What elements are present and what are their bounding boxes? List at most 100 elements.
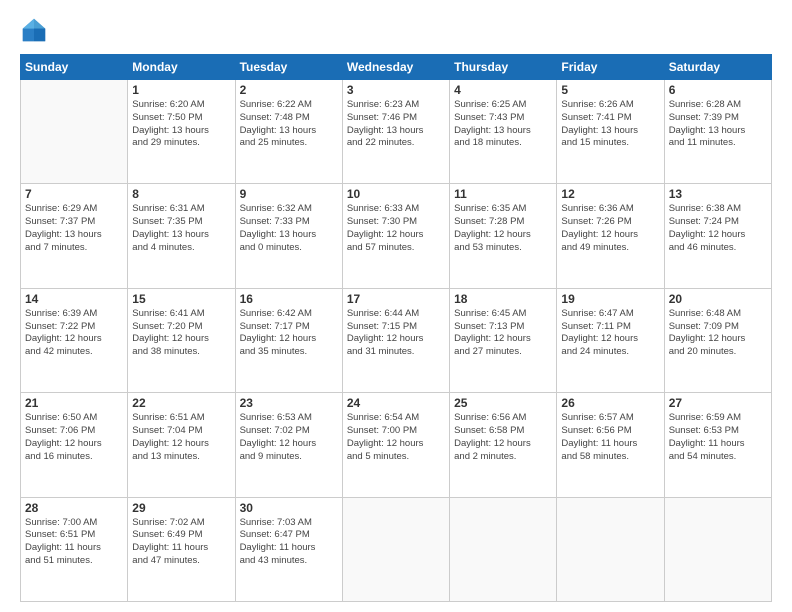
calendar-week-row: 28 Sunrise: 7:00 AM Sunset: 6:51 PM Dayli… xyxy=(21,497,772,601)
day-number: 27 xyxy=(669,396,767,410)
cell-info: Sunrise: 6:38 AM Sunset: 7:24 PM Dayligh… xyxy=(669,203,767,254)
day-number: 6 xyxy=(669,83,767,97)
day-number: 22 xyxy=(132,396,230,410)
calendar-cell: 21 Sunrise: 6:50 AM Sunset: 7:06 PM Dayli… xyxy=(21,393,128,497)
calendar-cell: 25 Sunrise: 6:56 AM Sunset: 6:58 PM Dayli… xyxy=(450,393,557,497)
day-number: 3 xyxy=(347,83,445,97)
weekday-header: Thursday xyxy=(450,55,557,80)
calendar-cell: 14 Sunrise: 6:39 AM Sunset: 7:22 PM Dayli… xyxy=(21,288,128,392)
logo xyxy=(20,16,52,44)
day-number: 8 xyxy=(132,187,230,201)
calendar-cell xyxy=(450,497,557,601)
day-number: 24 xyxy=(347,396,445,410)
calendar-cell: 18Sunrise: 6:45 AM Sunset: 7:13 PM Dayli… xyxy=(450,288,557,392)
cell-info: Sunrise: 6:53 AM Sunset: 7:02 PM Dayligh… xyxy=(240,412,338,463)
cell-info: Sunrise: 6:26 AM Sunset: 7:41 PM Dayligh… xyxy=(561,99,659,150)
cell-info: Sunrise: 6:41 AM Sunset: 7:20 PM Dayligh… xyxy=(132,308,230,359)
cell-info: Sunrise: 6:35 AM Sunset: 7:28 PM Dayligh… xyxy=(454,203,552,254)
day-number: 17 xyxy=(347,292,445,306)
calendar-cell: 17 Sunrise: 6:44 AM Sunset: 7:15 PM Dayli… xyxy=(342,288,449,392)
cell-info: Sunrise: 6:39 AM Sunset: 7:22 PM Dayligh… xyxy=(25,308,123,359)
cell-info: Sunrise: 6:48 AM Sunset: 7:09 PM Dayligh… xyxy=(669,308,767,359)
calendar-cell: 29 Sunrise: 7:02 AM Sunset: 6:49 PM Dayli… xyxy=(128,497,235,601)
calendar-cell xyxy=(21,80,128,184)
day-number: 1 xyxy=(132,83,230,97)
calendar-cell: 24Sunrise: 6:54 AM Sunset: 7:00 PM Dayli… xyxy=(342,393,449,497)
day-number: 29 xyxy=(132,501,230,515)
weekday-header: Wednesday xyxy=(342,55,449,80)
calendar-table: SundayMondayTuesdayWednesdayThursdayFrid… xyxy=(20,54,772,602)
calendar-cell: 28 Sunrise: 7:00 AM Sunset: 6:51 PM Dayli… xyxy=(21,497,128,601)
calendar-cell: 10 Sunrise: 6:33 AM Sunset: 7:30 PM Dayli… xyxy=(342,184,449,288)
weekday-header: Sunday xyxy=(21,55,128,80)
calendar-cell: 15 Sunrise: 6:41 AM Sunset: 7:20 PM Dayli… xyxy=(128,288,235,392)
cell-info: Sunrise: 6:33 AM Sunset: 7:30 PM Dayligh… xyxy=(347,203,445,254)
cell-info: Sunrise: 6:23 AM Sunset: 7:46 PM Dayligh… xyxy=(347,99,445,150)
day-number: 30 xyxy=(240,501,338,515)
cell-info: Sunrise: 7:02 AM Sunset: 6:49 PM Dayligh… xyxy=(132,517,230,568)
cell-info: Sunrise: 6:51 AM Sunset: 7:04 PM Dayligh… xyxy=(132,412,230,463)
cell-info: Sunrise: 6:28 AM Sunset: 7:39 PM Dayligh… xyxy=(669,99,767,150)
cell-info: Sunrise: 6:56 AM Sunset: 6:58 PM Dayligh… xyxy=(454,412,552,463)
header xyxy=(20,16,772,44)
calendar-cell: 23 Sunrise: 6:53 AM Sunset: 7:02 PM Dayli… xyxy=(235,393,342,497)
day-number: 14 xyxy=(25,292,123,306)
day-number: 2 xyxy=(240,83,338,97)
calendar-cell: 5 Sunrise: 6:26 AM Sunset: 7:41 PM Daylig… xyxy=(557,80,664,184)
day-number: 18 xyxy=(454,292,552,306)
weekday-header: Friday xyxy=(557,55,664,80)
day-number: 5 xyxy=(561,83,659,97)
weekday-header: Monday xyxy=(128,55,235,80)
cell-info: Sunrise: 6:44 AM Sunset: 7:15 PM Dayligh… xyxy=(347,308,445,359)
cell-info: Sunrise: 6:22 AM Sunset: 7:48 PM Dayligh… xyxy=(240,99,338,150)
day-number: 28 xyxy=(25,501,123,515)
cell-info: Sunrise: 6:29 AM Sunset: 7:37 PM Dayligh… xyxy=(25,203,123,254)
calendar-week-row: 1 Sunrise: 6:20 AM Sunset: 7:50 PM Daylig… xyxy=(21,80,772,184)
calendar-cell: 26 Sunrise: 6:57 AM Sunset: 6:56 PM Dayli… xyxy=(557,393,664,497)
calendar-cell: 8 Sunrise: 6:31 AM Sunset: 7:35 PM Daylig… xyxy=(128,184,235,288)
cell-info: Sunrise: 6:47 AM Sunset: 7:11 PM Dayligh… xyxy=(561,308,659,359)
day-number: 10 xyxy=(347,187,445,201)
weekday-header: Tuesday xyxy=(235,55,342,80)
calendar-cell: 11 Sunrise: 6:35 AM Sunset: 7:28 PM Dayli… xyxy=(450,184,557,288)
calendar-cell xyxy=(342,497,449,601)
calendar-week-row: 21 Sunrise: 6:50 AM Sunset: 7:06 PM Dayli… xyxy=(21,393,772,497)
day-number: 4 xyxy=(454,83,552,97)
calendar-cell: 3 Sunrise: 6:23 AM Sunset: 7:46 PM Daylig… xyxy=(342,80,449,184)
day-number: 7 xyxy=(25,187,123,201)
calendar-cell: 2 Sunrise: 6:22 AM Sunset: 7:48 PM Daylig… xyxy=(235,80,342,184)
day-number: 23 xyxy=(240,396,338,410)
day-number: 12 xyxy=(561,187,659,201)
calendar-cell: 13 Sunrise: 6:38 AM Sunset: 7:24 PM Dayli… xyxy=(664,184,771,288)
day-number: 13 xyxy=(669,187,767,201)
day-number: 20 xyxy=(669,292,767,306)
calendar-header-row: SundayMondayTuesdayWednesdayThursdayFrid… xyxy=(21,55,772,80)
calendar-cell xyxy=(557,497,664,601)
calendar-cell: 27 Sunrise: 6:59 AM Sunset: 6:53 PM Dayli… xyxy=(664,393,771,497)
cell-info: Sunrise: 6:25 AM Sunset: 7:43 PM Dayligh… xyxy=(454,99,552,150)
day-number: 19 xyxy=(561,292,659,306)
day-number: 11 xyxy=(454,187,552,201)
calendar-cell: 7 Sunrise: 6:29 AM Sunset: 7:37 PM Daylig… xyxy=(21,184,128,288)
cell-info: Sunrise: 7:03 AM Sunset: 6:47 PM Dayligh… xyxy=(240,517,338,568)
calendar-week-row: 7 Sunrise: 6:29 AM Sunset: 7:37 PM Daylig… xyxy=(21,184,772,288)
calendar-cell: 12 Sunrise: 6:36 AM Sunset: 7:26 PM Dayli… xyxy=(557,184,664,288)
day-number: 26 xyxy=(561,396,659,410)
calendar-cell: 19 Sunrise: 6:47 AM Sunset: 7:11 PM Dayli… xyxy=(557,288,664,392)
weekday-header: Saturday xyxy=(664,55,771,80)
cell-info: Sunrise: 6:50 AM Sunset: 7:06 PM Dayligh… xyxy=(25,412,123,463)
day-number: 15 xyxy=(132,292,230,306)
cell-info: Sunrise: 6:32 AM Sunset: 7:33 PM Dayligh… xyxy=(240,203,338,254)
calendar-cell: 20 Sunrise: 6:48 AM Sunset: 7:09 PM Dayli… xyxy=(664,288,771,392)
cell-info: Sunrise: 6:31 AM Sunset: 7:35 PM Dayligh… xyxy=(132,203,230,254)
calendar-cell: 4 Sunrise: 6:25 AM Sunset: 7:43 PM Daylig… xyxy=(450,80,557,184)
calendar-cell: 16Sunrise: 6:42 AM Sunset: 7:17 PM Dayli… xyxy=(235,288,342,392)
calendar-cell: 1 Sunrise: 6:20 AM Sunset: 7:50 PM Daylig… xyxy=(128,80,235,184)
cell-info: Sunrise: 6:36 AM Sunset: 7:26 PM Dayligh… xyxy=(561,203,659,254)
cell-info: Sunrise: 6:59 AM Sunset: 6:53 PM Dayligh… xyxy=(669,412,767,463)
cell-info: Sunrise: 6:20 AM Sunset: 7:50 PM Dayligh… xyxy=(132,99,230,150)
day-number: 25 xyxy=(454,396,552,410)
cell-info: Sunrise: 7:00 AM Sunset: 6:51 PM Dayligh… xyxy=(25,517,123,568)
day-number: 21 xyxy=(25,396,123,410)
cell-info: Sunrise: 6:57 AM Sunset: 6:56 PM Dayligh… xyxy=(561,412,659,463)
